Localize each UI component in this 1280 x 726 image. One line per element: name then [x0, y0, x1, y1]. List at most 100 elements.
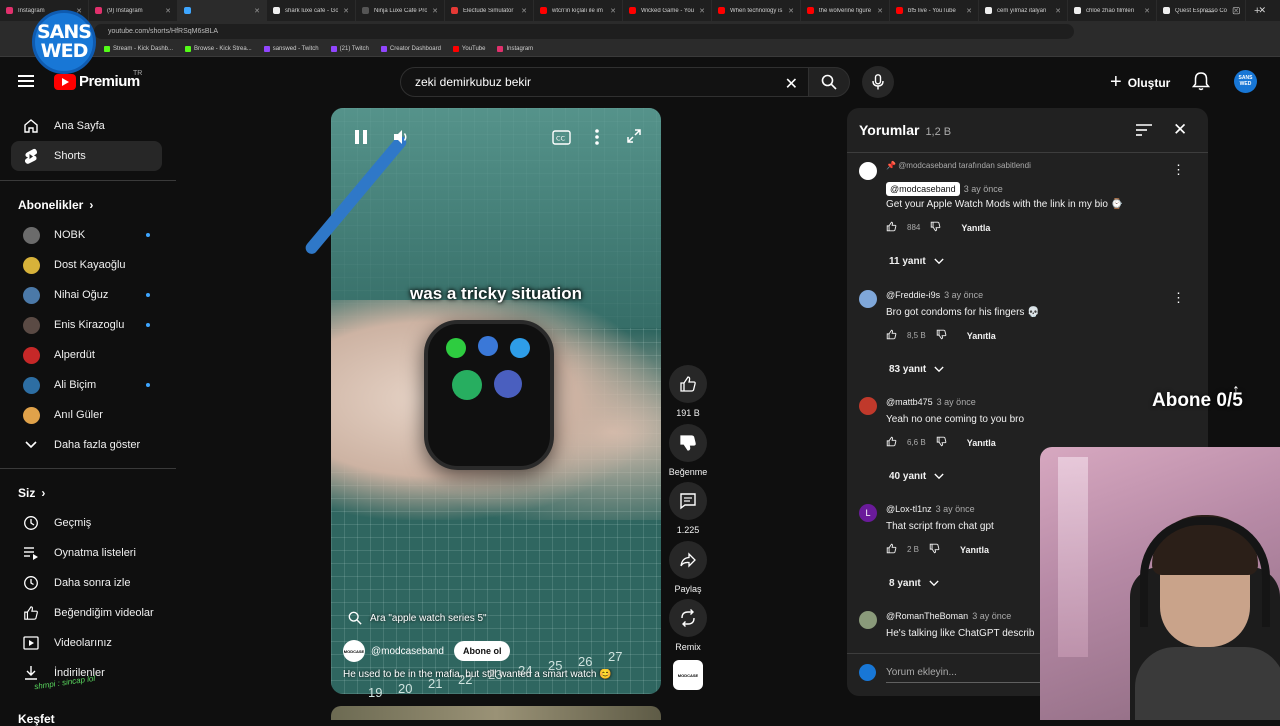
search-input[interactable]: zeki demirkubuz bekir ✕ — [400, 67, 809, 97]
sidebar-subscription[interactable]: Enis Kirazoglu — [11, 310, 162, 340]
comment-author[interactable]: @RomanTheBoman — [886, 611, 968, 621]
browser-tab[interactable]: Ninja Luxe Café Pro ✕ — [356, 0, 445, 21]
show-more-button[interactable]: Daha fazla göster — [11, 430, 162, 460]
browser-tab[interactable]: ✕ — [178, 0, 267, 21]
sidebar-item-home[interactable]: Ana Sayfa — [11, 111, 162, 141]
tab-close-icon[interactable]: ✕ — [254, 7, 260, 15]
video-more-button[interactable] — [594, 128, 600, 151]
view-replies-button[interactable]: 11 yanıt — [889, 256, 944, 267]
volume-button[interactable] — [392, 128, 410, 151]
comment-time[interactable]: 3 ay önce — [972, 611, 1011, 621]
next-short-preview[interactable] — [331, 706, 661, 720]
tab-close-icon[interactable]: ✕ — [165, 7, 171, 15]
browser-tab[interactable]: chloé zhao filmleri ✕ — [1068, 0, 1157, 21]
thumbs-down-icon[interactable] — [936, 436, 947, 449]
remix-button[interactable] — [669, 599, 707, 637]
thumbs-down-icon[interactable] — [936, 329, 947, 342]
menu-icon[interactable] — [18, 75, 34, 90]
comment-more-icon[interactable]: ⋮ — [1172, 290, 1185, 306]
thumbs-up-icon[interactable] — [886, 436, 897, 449]
view-replies-button[interactable]: 83 yanıt — [889, 364, 944, 375]
tab-close-icon[interactable]: ✕ — [1144, 7, 1150, 15]
sidebar-item-history[interactable]: Geçmiş — [11, 508, 162, 538]
comment-author[interactable]: @Freddie-i9s — [886, 290, 940, 300]
thumbs-up-icon[interactable] — [886, 543, 897, 556]
browser-tab[interactable]: wtcn'in kıçlalı ile im ✕ — [534, 0, 623, 21]
window-maximize-button[interactable]: ▢ — [1232, 5, 1241, 16]
sidebar-subscription[interactable]: Dost Kayaoğlu — [11, 250, 162, 280]
reply-button[interactable]: Yanıtla — [960, 545, 989, 555]
comment-author[interactable]: @modcaseband — [886, 182, 960, 196]
browser-tab[interactable]: cem yılmaz italyan ✕ — [979, 0, 1068, 21]
close-comments-icon[interactable]: ✕ — [1173, 120, 1187, 140]
browser-tab[interactable]: shark luxe cafe - Go ✕ — [267, 0, 356, 21]
dislike-button[interactable] — [669, 424, 707, 462]
comment-time[interactable]: 3 ay önce — [937, 397, 976, 407]
comment-author-avatar[interactable] — [859, 290, 877, 308]
comment-time[interactable]: 3 ay önce — [964, 184, 1003, 194]
create-button[interactable]: + Oluştur — [1110, 71, 1170, 94]
comment-author-avatar[interactable] — [859, 611, 877, 629]
comment-more-icon[interactable]: ⋮ — [1172, 162, 1185, 178]
tab-close-icon[interactable]: ✕ — [432, 7, 438, 15]
subscribe-button[interactable]: Abone ol — [453, 641, 511, 661]
comment-author[interactable]: @Lox-tl1nz — [886, 504, 932, 514]
pause-button[interactable] — [353, 128, 369, 151]
channel-name[interactable]: @modcaseband — [371, 646, 444, 657]
fullscreen-button[interactable] — [626, 128, 642, 149]
url-field[interactable]: youtube.com/shorts/HfRSqM6sBLA — [94, 24, 1074, 39]
like-button[interactable] — [669, 365, 707, 403]
search-button[interactable] — [808, 67, 850, 97]
clear-search-icon[interactable]: ✕ — [785, 74, 798, 94]
browser-tab[interactable]: Wicked Game - You ✕ — [623, 0, 712, 21]
bookmark-item[interactable]: Stream - Kick Dashb... — [104, 46, 173, 52]
you-heading[interactable]: Siz › — [18, 486, 45, 500]
comment-time[interactable]: 3 ay önce — [936, 504, 975, 514]
reply-button[interactable]: Yanıtla — [967, 438, 996, 448]
window-close-button[interactable]: ✕ — [1258, 5, 1266, 16]
tab-close-icon[interactable]: ✕ — [610, 7, 616, 15]
youtube-premium-logo[interactable]: Premium TR — [54, 70, 142, 90]
comment-author[interactable]: @mattb475 — [886, 397, 933, 407]
notifications-button[interactable] — [1191, 71, 1211, 96]
sidebar-subscription[interactable]: Alperdüt — [11, 340, 162, 370]
add-comment-input[interactable]: Yorum ekleyin... — [886, 667, 957, 678]
sort-comments-button[interactable] — [1136, 123, 1152, 141]
thumbs-up-icon[interactable] — [886, 329, 897, 342]
account-avatar[interactable]: SANS WED — [1234, 70, 1257, 93]
comment-time[interactable]: 3 ay önce — [944, 290, 983, 300]
bookmark-item[interactable]: Browse - Kick Strea... — [185, 46, 252, 52]
reply-button[interactable]: Yanıtla — [967, 331, 996, 341]
bookmark-item[interactable]: (21) Twitch — [330, 46, 369, 52]
sidebar-subscription[interactable]: NOBK — [11, 220, 162, 250]
thumbs-down-icon[interactable] — [929, 543, 940, 556]
bookmark-item[interactable]: Creator Dashboard — [380, 46, 441, 52]
sidebar-subscription[interactable]: Nihai Oğuz — [11, 280, 162, 310]
sidebar-item-playlist[interactable]: Oynatma listeleri — [11, 538, 162, 568]
sidebar-item-video[interactable]: Videolarınız — [11, 628, 162, 658]
video-description[interactable]: He used to be in the mafia, but still wa… — [343, 669, 653, 680]
sidebar-item-thumbs-up[interactable]: Beğendiğim videolar — [11, 598, 162, 628]
channel-thumbnail[interactable]: MODCASE — [673, 660, 703, 690]
window-minimize-button[interactable]: — — [1205, 6, 1214, 16]
browser-tab[interactable]: (9) Instagram ✕ — [89, 0, 178, 21]
captions-button[interactable]: CC — [552, 130, 571, 150]
browser-tab[interactable]: the wolverine figure ✕ — [801, 0, 890, 21]
browser-tab[interactable]: Electude Simulator ✕ — [445, 0, 534, 21]
share-button[interactable] — [669, 541, 707, 579]
tab-close-icon[interactable]: ✕ — [877, 7, 883, 15]
bookmark-item[interactable]: sanswed - Twitch — [263, 46, 319, 52]
tab-close-icon[interactable]: ✕ — [343, 7, 349, 15]
thumbs-up-icon[interactable] — [886, 221, 897, 234]
bookmark-item[interactable]: YouTube — [452, 46, 485, 52]
comment-author-avatar[interactable]: L — [859, 504, 877, 522]
sidebar-item-clock[interactable]: Daha sonra izle — [11, 568, 162, 598]
sidebar-item-shorts[interactable]: Shorts — [11, 141, 162, 171]
tab-close-icon[interactable]: ✕ — [1055, 7, 1061, 15]
tab-close-icon[interactable]: ✕ — [966, 7, 972, 15]
tab-close-icon[interactable]: ✕ — [521, 7, 527, 15]
view-replies-button[interactable]: 8 yanıt — [889, 578, 939, 589]
view-replies-button[interactable]: 40 yanıt — [889, 471, 944, 482]
subscriptions-heading[interactable]: Abonelikler › — [18, 198, 93, 212]
bookmark-item[interactable]: Instagram — [497, 46, 533, 52]
